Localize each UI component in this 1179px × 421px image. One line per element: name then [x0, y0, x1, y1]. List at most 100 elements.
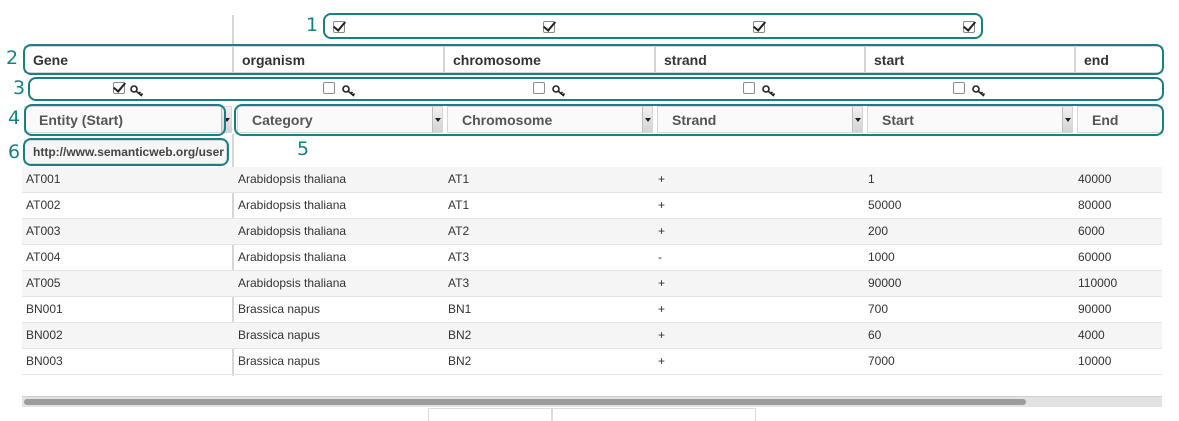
type-select-value: Entity (Start) — [39, 112, 123, 128]
cell-gene: BN002 — [26, 328, 63, 342]
key-icon — [972, 85, 986, 97]
header-cell-organism: organism — [233, 46, 444, 73]
header-cell-strand: strand — [655, 46, 865, 73]
callout-outline-3 — [28, 77, 1164, 101]
cell-organism: Arabidopsis thaliana — [238, 224, 347, 238]
cell-organism: Arabidopsis thaliana — [238, 276, 347, 290]
cell-chromosome: BN2 — [448, 328, 472, 342]
cell-organism: Arabidopsis thaliana — [238, 250, 347, 264]
type-select-value: Category — [252, 112, 313, 128]
cell-strand: + — [658, 302, 666, 316]
callout-number: 3 — [13, 77, 26, 99]
cell-start: 50000 — [868, 198, 902, 212]
column-separator — [232, 15, 234, 44]
bottom-tab — [552, 408, 756, 421]
cell-start: 700 — [868, 302, 889, 316]
cell-start: 90000 — [868, 276, 902, 290]
chevron-down-icon[interactable] — [432, 107, 442, 132]
cell-gene: AT003 — [26, 224, 61, 238]
include-checkbox-strand[interactable] — [753, 21, 765, 33]
key-checkbox-gene[interactable] — [113, 82, 125, 94]
type-select-organism[interactable]: Category — [237, 106, 443, 133]
type-select-chromosome[interactable]: Chromosome — [447, 106, 653, 133]
cell-chromosome: AT3 — [448, 276, 470, 290]
chevron-down-icon[interactable] — [1062, 107, 1072, 132]
table-row: AT005 Arabidopsis thaliana AT3 +90000 110000 — [22, 271, 1162, 297]
header-cell-chromosome: chromosome — [444, 46, 655, 73]
cell-strand: - — [658, 250, 662, 264]
chevron-down-icon[interactable] — [642, 107, 652, 132]
cell-end: 80000 — [1078, 198, 1112, 212]
cell-chromosome: BN2 — [448, 354, 472, 368]
cell-strand: + — [658, 224, 666, 238]
entity-uri-field[interactable]: http://www.semanticweb.org/user — [24, 140, 227, 164]
key-icon — [552, 85, 566, 97]
cell-strand: + — [658, 198, 666, 212]
cell-organism: Brassica napus — [238, 302, 321, 316]
callout-number: 4 — [8, 107, 21, 129]
header-cell-gene: Gene — [24, 46, 233, 73]
table-row: AT004 Arabidopsis thaliana AT3 - 1000 60000 — [22, 245, 1162, 271]
cell-gene: AT005 — [26, 276, 61, 290]
type-select-gene[interactable]: Entity (Start) — [24, 106, 232, 133]
cell-chromosome: BN1 — [448, 302, 472, 316]
cell-organism: Arabidopsis thaliana — [238, 198, 347, 212]
table-row: AT001 Arabidopsis thaliana AT1 +1 40000 — [22, 167, 1162, 193]
cell-start: 7000 — [868, 354, 895, 368]
cell-gene: BN001 — [26, 302, 63, 316]
key-icon — [762, 85, 776, 97]
table-row: AT002 Arabidopsis thaliana AT1 +50000 80000 — [22, 193, 1162, 219]
cell-start: 1 — [868, 172, 875, 186]
cell-end: 4000 — [1078, 328, 1105, 342]
key-checkbox-chromosome[interactable] — [533, 82, 545, 94]
cell-start: 60 — [868, 328, 882, 342]
cell-gene: AT002 — [26, 198, 61, 212]
cell-chromosome: AT1 — [448, 198, 470, 212]
key-icon — [130, 85, 144, 97]
cell-strand: + — [658, 172, 666, 186]
cell-end: 60000 — [1078, 250, 1112, 264]
type-select-value: Strand — [672, 112, 717, 128]
type-select-start[interactable]: Start — [867, 106, 1073, 133]
horizontal-scrollbar[interactable] — [22, 396, 1162, 407]
cell-start: 200 — [868, 224, 889, 238]
type-select-value: Start — [882, 112, 914, 128]
cell-chromosome: AT2 — [448, 224, 470, 238]
cell-strand: + — [658, 328, 666, 342]
cell-end: 40000 — [1078, 172, 1112, 186]
chevron-down-icon[interactable] — [221, 107, 231, 132]
header-cell-start: start — [865, 46, 1075, 73]
cell-organism: Brassica napus — [238, 354, 321, 368]
table-row: AT003 Arabidopsis thaliana AT2 +200 6000 — [22, 219, 1162, 245]
cell-end: 6000 — [1078, 224, 1105, 238]
type-select-strand[interactable]: Strand — [657, 106, 863, 133]
table-row: BN001 Brassica napus BN1 +700 90000 — [22, 297, 1162, 323]
scrollbar-thumb[interactable] — [24, 399, 1026, 405]
type-select-end[interactable]: End — [1077, 106, 1163, 133]
table-row: BN002 Brassica napus BN2 +60 4000 — [22, 323, 1162, 349]
cell-gene: AT001 — [26, 172, 61, 186]
cell-organism: Brassica napus — [238, 328, 321, 342]
table-row: BN003 Brassica napus BN2 +7000 10000 — [22, 349, 1162, 375]
include-checkbox-organism[interactable] — [333, 21, 345, 33]
include-checkbox-start[interactable] — [963, 21, 975, 33]
callout-number: 1 — [306, 14, 319, 36]
cell-chromosome: AT3 — [448, 250, 470, 264]
key-checkbox-organism[interactable] — [323, 82, 335, 94]
key-checkbox-start[interactable] — [953, 82, 965, 94]
cell-start: 1000 — [868, 250, 895, 264]
cell-gene: AT004 — [26, 250, 61, 264]
cell-organism: Arabidopsis thaliana — [238, 172, 347, 186]
bottom-tab — [428, 408, 552, 421]
cell-chromosome: AT1 — [448, 172, 470, 186]
callout-outline-1 — [323, 13, 983, 39]
callout-number: 5 — [297, 138, 310, 160]
cell-end: 110000 — [1078, 276, 1118, 290]
cell-end: 90000 — [1078, 302, 1112, 316]
chevron-down-icon[interactable] — [852, 107, 862, 132]
cell-strand: + — [658, 276, 666, 290]
key-checkbox-strand[interactable] — [743, 82, 755, 94]
type-select-value: End — [1092, 112, 1119, 128]
cell-end: 10000 — [1078, 354, 1112, 368]
include-checkbox-chromosome[interactable] — [543, 21, 555, 33]
